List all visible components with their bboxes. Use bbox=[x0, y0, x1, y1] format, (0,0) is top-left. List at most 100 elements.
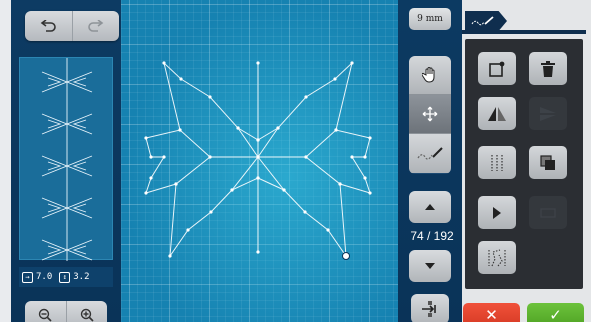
stitch-line bbox=[257, 127, 279, 141]
stitch-point bbox=[326, 228, 330, 232]
height-icon: ↕ bbox=[59, 271, 71, 283]
stitch-point bbox=[256, 250, 260, 254]
stitch-point bbox=[256, 138, 260, 142]
stitch-line bbox=[169, 156, 259, 258]
zoom-out-button[interactable] bbox=[25, 301, 66, 322]
preview-stitch-line bbox=[47, 119, 62, 129]
stitch-line bbox=[237, 127, 259, 141]
disabled-icon bbox=[540, 207, 556, 218]
zoom-out-icon bbox=[39, 308, 52, 322]
preview-stitch-line bbox=[47, 77, 62, 87]
height-value: 3.2 bbox=[73, 272, 90, 282]
stitch-point bbox=[333, 77, 337, 81]
grid-size-label: 9 mm bbox=[417, 14, 443, 24]
stitch-point bbox=[236, 126, 240, 130]
tab-strip bbox=[462, 30, 586, 34]
stitch-point bbox=[350, 155, 354, 159]
grid-size-button[interactable]: 9 mm bbox=[409, 8, 451, 30]
arrow-down-icon bbox=[425, 263, 435, 269]
play-icon bbox=[493, 206, 501, 219]
undo-redo-group bbox=[25, 11, 119, 41]
width-icon: → bbox=[22, 271, 33, 283]
zoom-in-button[interactable] bbox=[65, 301, 108, 322]
stitch-point bbox=[363, 155, 367, 159]
mirror-vertical-button-disabled bbox=[529, 97, 567, 130]
size-info-bar: → 7.0 ↕ 3.2 bbox=[19, 267, 113, 287]
stitch-point bbox=[304, 95, 308, 99]
draw-tool-button[interactable] bbox=[409, 134, 451, 173]
stitch-point bbox=[168, 254, 172, 258]
stitch-line bbox=[257, 177, 285, 191]
move-tool-button[interactable] bbox=[409, 95, 451, 134]
duplicate-icon bbox=[540, 154, 555, 170]
stitch-point bbox=[256, 155, 260, 159]
duplicate-button[interactable] bbox=[529, 146, 567, 179]
zoom-group bbox=[25, 301, 107, 322]
preview-stitch-line bbox=[72, 203, 87, 213]
pattern-preview-graphic bbox=[41, 58, 93, 261]
preview-stitch-line bbox=[72, 77, 87, 87]
insert-stitch-icon bbox=[422, 301, 436, 317]
stitch-point bbox=[338, 182, 342, 186]
preview-stitch-line bbox=[47, 203, 62, 213]
stitch-point bbox=[334, 128, 338, 132]
cancel-button[interactable]: ✕ bbox=[463, 303, 520, 322]
stitch-point bbox=[186, 228, 190, 232]
stitch-point bbox=[144, 136, 148, 140]
pan-tool-button[interactable] bbox=[409, 56, 451, 95]
stitch-grid-button[interactable] bbox=[478, 146, 516, 179]
stitch-line bbox=[163, 61, 259, 158]
app-frame: → 7.0 ↕ 3.2 9 mm 74 / 192 ✕ ✓ bbox=[0, 0, 591, 322]
stitch-point bbox=[174, 182, 178, 186]
stitch-point bbox=[256, 176, 260, 180]
stitch-point bbox=[230, 188, 234, 192]
stitch-point bbox=[368, 191, 372, 195]
stitch-down-button[interactable] bbox=[409, 250, 451, 282]
stitch-point bbox=[178, 128, 182, 132]
stitch-point bbox=[303, 210, 307, 214]
undo-button[interactable] bbox=[25, 11, 72, 41]
stitch-point bbox=[179, 77, 183, 81]
width-value: 7.0 bbox=[36, 272, 53, 282]
stitch-path-button[interactable] bbox=[478, 241, 516, 274]
preview-stitch-line bbox=[47, 245, 62, 255]
stitch-line bbox=[257, 156, 347, 258]
stitch-drawing bbox=[144, 61, 372, 260]
stitch-line bbox=[145, 129, 258, 194]
check-icon: ✓ bbox=[549, 306, 562, 322]
stitch-line bbox=[257, 61, 353, 158]
redo-button[interactable] bbox=[71, 11, 120, 41]
insert-stitch-button[interactable] bbox=[411, 294, 449, 322]
stitch-point bbox=[282, 188, 286, 192]
preview-stitch-line bbox=[47, 161, 62, 171]
stitch-pattern-preview bbox=[19, 57, 113, 261]
stitch-canvas[interactable] bbox=[121, 0, 398, 322]
stitch-up-button[interactable] bbox=[409, 191, 451, 223]
trash-icon bbox=[541, 60, 555, 77]
stitch-point bbox=[149, 176, 153, 180]
delete-button[interactable] bbox=[529, 52, 567, 85]
stitch-point bbox=[276, 126, 280, 130]
mirror-button[interactable] bbox=[478, 97, 516, 130]
new-pattern-button[interactable] bbox=[478, 52, 516, 85]
stitch-point bbox=[304, 155, 308, 159]
move-arrows-icon bbox=[422, 106, 438, 122]
stitch-edit-tab[interactable] bbox=[465, 11, 507, 31]
stitch-point bbox=[363, 176, 367, 180]
preview-stitch-line bbox=[72, 161, 87, 171]
current-stitch-marker[interactable] bbox=[342, 252, 350, 260]
stitch-point bbox=[208, 155, 212, 159]
redo-icon bbox=[87, 20, 104, 32]
stitch-point bbox=[209, 210, 213, 214]
stitch-position-counter: 74 / 192 bbox=[410, 229, 454, 243]
stitch-point bbox=[208, 95, 212, 99]
confirm-button[interactable]: ✓ bbox=[527, 303, 584, 322]
arrow-up-icon bbox=[425, 204, 435, 210]
zoom-in-icon bbox=[80, 308, 94, 322]
preview-stitch-line bbox=[72, 119, 87, 129]
preview-stitch-line bbox=[72, 245, 87, 255]
stitch-edit-tab-icon bbox=[471, 16, 494, 26]
stitch-grid-icon bbox=[491, 154, 503, 171]
stitch-draw-icon bbox=[417, 146, 443, 160]
play-button[interactable] bbox=[478, 196, 516, 229]
